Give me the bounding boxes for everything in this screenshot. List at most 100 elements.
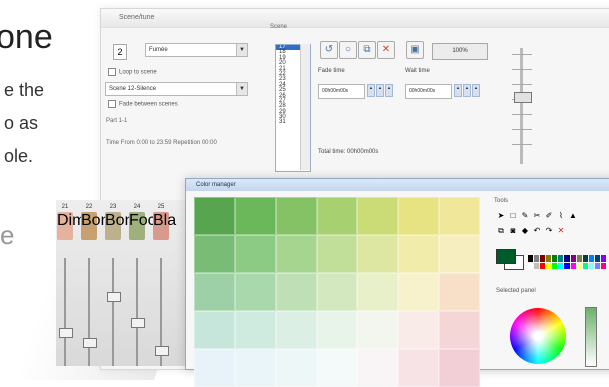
foreground-color-swatch[interactable] bbox=[496, 249, 516, 264]
color-swatch[interactable] bbox=[570, 255, 576, 262]
wait-time-stepper[interactable]: ▲ ▲ ▲ bbox=[454, 84, 480, 97]
palette-cell[interactable] bbox=[194, 349, 235, 387]
palette-cell[interactable] bbox=[439, 197, 480, 235]
color-swatch[interactable] bbox=[540, 255, 546, 262]
palette-cell[interactable] bbox=[398, 311, 440, 349]
screen-icon[interactable]: ▣ bbox=[406, 41, 424, 59]
color-palette-grid[interactable] bbox=[194, 197, 480, 387]
palette-cell[interactable] bbox=[357, 349, 399, 387]
palette-cell[interactable] bbox=[275, 311, 317, 349]
undo-icon[interactable]: ↺ bbox=[320, 41, 338, 59]
wait-time-input[interactable]: 00h00m00s bbox=[405, 84, 452, 99]
palette-cell[interactable] bbox=[357, 311, 399, 349]
color-swatch[interactable] bbox=[546, 262, 552, 269]
brightness-slider[interactable] bbox=[585, 307, 597, 367]
channel-fader-knob[interactable] bbox=[59, 328, 73, 338]
fade-time-input[interactable]: 00h00m00s bbox=[318, 84, 365, 99]
circle-icon[interactable]: ○ bbox=[339, 41, 357, 59]
undo-icon[interactable]: ↶ bbox=[532, 226, 542, 236]
color-swatch[interactable] bbox=[552, 262, 558, 269]
color-swatch[interactable] bbox=[528, 255, 534, 262]
color-swatch[interactable] bbox=[582, 255, 588, 262]
palette-cell[interactable] bbox=[439, 349, 480, 387]
scene-number-field[interactable]: 2 bbox=[113, 44, 127, 60]
color-swatch[interactable] bbox=[588, 255, 594, 262]
palette-cell[interactable] bbox=[234, 311, 276, 349]
channel-fader-knob[interactable] bbox=[131, 318, 145, 328]
palette-cell[interactable] bbox=[194, 197, 235, 235]
palette-cell[interactable] bbox=[398, 235, 440, 273]
color-swatch[interactable] bbox=[582, 262, 588, 269]
color-swatch[interactable] bbox=[564, 255, 570, 262]
color-swatch[interactable] bbox=[534, 262, 540, 269]
color-picker-icon[interactable]: ◆ bbox=[520, 226, 530, 236]
color-swatch[interactable] bbox=[564, 262, 570, 269]
palette-cell[interactable] bbox=[234, 273, 276, 311]
fill-icon[interactable]: ▲ bbox=[568, 211, 578, 221]
palette-cell[interactable] bbox=[234, 197, 276, 235]
palette-cell[interactable] bbox=[316, 311, 358, 349]
color-swatch[interactable] bbox=[576, 262, 582, 269]
close-icon[interactable]: ✕ bbox=[377, 41, 395, 59]
palette-cell[interactable] bbox=[398, 349, 440, 387]
color-swatch[interactable] bbox=[552, 255, 558, 262]
color-wheel[interactable] bbox=[510, 308, 566, 364]
pencil-icon[interactable]: ✐ bbox=[544, 211, 554, 221]
fade-time-stepper[interactable]: ▲ ▲ ▲ bbox=[367, 84, 393, 97]
palette-cell[interactable] bbox=[234, 349, 276, 387]
scene-select[interactable]: Scene 12-Silence ▼ bbox=[105, 82, 248, 96]
palette-cell[interactable] bbox=[275, 235, 317, 273]
color-swatch[interactable] bbox=[576, 255, 582, 262]
palette-cell[interactable] bbox=[275, 273, 317, 311]
fade-between-checkbox[interactable]: Fade between scenes bbox=[108, 100, 178, 108]
palette-cell[interactable] bbox=[357, 273, 399, 311]
scene-list-scrollbar[interactable] bbox=[300, 44, 310, 170]
palette-cell[interactable] bbox=[357, 235, 399, 273]
palette-cell[interactable] bbox=[194, 235, 235, 273]
palette-cell[interactable] bbox=[316, 273, 358, 311]
channel-fader-knob[interactable] bbox=[107, 292, 121, 302]
palette-cell[interactable] bbox=[194, 311, 235, 349]
copy-icon[interactable]: ⧉ bbox=[496, 226, 506, 236]
effect-select[interactable]: Fumée ▼ bbox=[145, 43, 248, 57]
channel-badge[interactable]: Foc bbox=[129, 212, 156, 240]
color-swatch[interactable] bbox=[594, 262, 600, 269]
palette-cell[interactable] bbox=[439, 235, 480, 273]
palette-cell[interactable] bbox=[234, 235, 276, 273]
color-swatch[interactable] bbox=[558, 262, 564, 269]
fg-bg-color-chooser[interactable] bbox=[496, 249, 526, 270]
square-icon[interactable]: □ bbox=[508, 211, 518, 221]
color-swatch[interactable] bbox=[528, 262, 534, 269]
color-swatch[interactable] bbox=[558, 255, 564, 262]
color-swatch[interactable] bbox=[600, 255, 606, 262]
palette-cell[interactable] bbox=[316, 235, 358, 273]
pen-icon[interactable]: ✎ bbox=[520, 211, 530, 221]
channel-badge[interactable]: Dim bbox=[57, 212, 85, 240]
palette-cell[interactable] bbox=[316, 349, 358, 387]
close-icon[interactable]: ✕ bbox=[556, 226, 566, 236]
palette-cell[interactable] bbox=[398, 197, 440, 235]
scissors-icon[interactable]: ✂ bbox=[532, 211, 542, 221]
color-swatch[interactable] bbox=[588, 262, 594, 269]
fader-knob[interactable] bbox=[514, 92, 532, 103]
channel-fader-knob[interactable] bbox=[83, 338, 97, 348]
loop-checkbox[interactable]: Loop to scene bbox=[108, 68, 157, 76]
palette-cell[interactable] bbox=[357, 197, 399, 235]
color-swatch[interactable] bbox=[600, 262, 606, 269]
channel-badge[interactable]: Bon bbox=[81, 212, 109, 240]
palette-cell[interactable] bbox=[439, 311, 480, 349]
palette-cell[interactable] bbox=[316, 197, 358, 235]
palette-cell[interactable] bbox=[439, 273, 480, 311]
copy-icon[interactable]: ⧉ bbox=[358, 41, 376, 59]
color-swatch[interactable] bbox=[594, 255, 600, 262]
camera-icon[interactable]: ◙ bbox=[508, 226, 518, 236]
palette-cell[interactable] bbox=[275, 197, 317, 235]
percent-field[interactable]: 100% bbox=[432, 43, 488, 60]
brush-icon[interactable]: ⌇ bbox=[556, 211, 566, 221]
palette-cell[interactable] bbox=[275, 349, 317, 387]
basic-color-swatches[interactable] bbox=[528, 255, 606, 269]
palette-cell[interactable] bbox=[194, 273, 235, 311]
color-swatch[interactable] bbox=[546, 255, 552, 262]
palette-cell[interactable] bbox=[398, 273, 440, 311]
master-fader[interactable] bbox=[508, 44, 536, 168]
